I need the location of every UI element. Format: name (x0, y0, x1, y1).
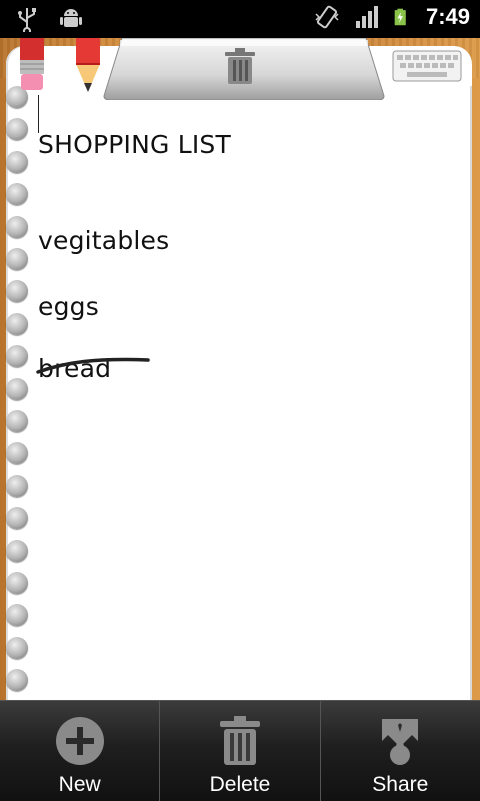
keyboard-icon[interactable] (392, 50, 462, 82)
share-icon (382, 719, 419, 765)
binder-ring (6, 604, 28, 627)
binder-rings (6, 86, 30, 766)
status-bar: 7:49 (0, 0, 480, 38)
paper-edge (470, 86, 472, 786)
pencil-icon[interactable] (72, 38, 104, 96)
android-debug-icon (60, 9, 82, 27)
binder-ring (6, 150, 28, 173)
binder-ring (6, 572, 28, 594)
binder-ring (6, 442, 28, 465)
binder-ring (6, 377, 28, 400)
eraser-icon[interactable] (16, 38, 48, 94)
trash-icon (219, 716, 260, 765)
clock: 7:49 (425, 4, 470, 29)
binder-ring (6, 636, 28, 659)
battery-charging-icon (394, 8, 406, 26)
options-menu: New Delete Share (0, 700, 480, 801)
binder-ring (6, 248, 28, 270)
share-label: Share (372, 773, 429, 796)
delete-button[interactable]: Delete (159, 701, 319, 801)
delete-label: Delete (209, 773, 271, 796)
usb-icon (18, 8, 36, 32)
binder-ring (6, 183, 28, 206)
binder-ring (6, 539, 28, 562)
text-cursor (38, 95, 39, 133)
signal-icon (355, 6, 378, 28)
binder-ring (6, 410, 28, 432)
new-label: New (58, 773, 101, 796)
list-item[interactable]: eggs (38, 292, 99, 321)
note-paper[interactable] (6, 46, 472, 800)
binder-ring (6, 118, 28, 141)
binder-ring (6, 215, 28, 238)
binder-ring (6, 345, 28, 368)
binder-ring (6, 280, 28, 303)
note-title[interactable]: SHOPPING LIST (38, 130, 231, 159)
list-item[interactable]: vegitables (38, 226, 169, 255)
strikethrough-mark (36, 357, 150, 374)
vibrate-icon (315, 5, 339, 29)
binder-ring (6, 312, 28, 335)
share-button[interactable]: Share (319, 701, 480, 801)
trash-icon[interactable] (223, 46, 257, 86)
binder-ring (6, 669, 28, 692)
new-button[interactable]: New (0, 701, 159, 801)
binder-ring (6, 507, 28, 530)
binder-ring (6, 474, 28, 497)
add-icon (55, 717, 104, 765)
